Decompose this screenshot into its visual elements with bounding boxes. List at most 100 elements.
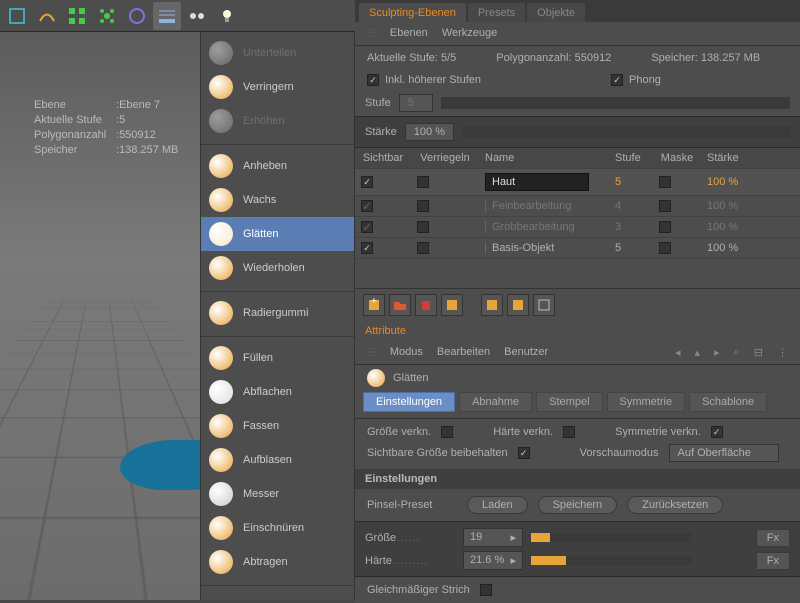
lock-icon[interactable]: ⊟: [754, 346, 763, 359]
tool-label: Abflachen: [243, 386, 292, 398]
subtab-ebenen[interactable]: Ebenen: [390, 27, 428, 40]
preset-reset-button[interactable]: Zurücksetzen: [627, 496, 723, 514]
tool-label: Glätten: [243, 228, 278, 240]
tab-sculpting-ebenen[interactable]: Sculpting-Ebenen: [359, 3, 466, 22]
tool-wachs[interactable]: Wachs: [201, 183, 354, 217]
tab-presets[interactable]: Presets: [468, 3, 525, 22]
layer-row[interactable]: ✓Grobbearbeitung3100 %: [355, 216, 800, 237]
stufe-slider[interactable]: [441, 97, 790, 109]
add-folder-icon[interactable]: [389, 294, 411, 316]
menu-icon[interactable]: ⋮: [777, 346, 788, 359]
tool-label: Messer: [243, 488, 279, 500]
checkbox-sichtbare-groesse[interactable]: ✓: [518, 447, 530, 459]
checkbox-phong[interactable]: ✓: [611, 74, 623, 86]
starke-field[interactable]: 100 %: [405, 123, 454, 141]
add-layer-icon[interactable]: +: [363, 294, 385, 316]
viewport[interactable]: Ebene: Ebene 7 Aktuelle Stufe: 5 Polygon…: [0, 32, 200, 600]
attr-edit[interactable]: Bearbeiten: [437, 346, 490, 359]
atab-abnahme[interactable]: Abnahme: [459, 392, 532, 412]
tool-verringern[interactable]: Verringern: [201, 70, 354, 104]
nav-up-icon[interactable]: ▴: [695, 346, 701, 359]
starke-slider[interactable]: [462, 126, 790, 138]
layer-lock-checkbox[interactable]: [417, 200, 429, 212]
preset-save-button[interactable]: Speichern: [538, 496, 618, 514]
atab-symmetrie[interactable]: Symmetrie: [607, 392, 686, 412]
delete-icon[interactable]: [415, 294, 437, 316]
layer-action4-icon[interactable]: [533, 294, 555, 316]
checkbox-symmetrie-verkn[interactable]: ✓: [711, 426, 723, 438]
layer-row[interactable]: ✓5100 %: [355, 168, 800, 195]
tool-glaetten[interactable]: Glätten: [201, 217, 354, 251]
tool-unterteilen[interactable]: Unterteilen: [201, 36, 354, 70]
tool-radiergummi[interactable]: Radiergummi: [201, 296, 354, 330]
layer-mask-checkbox[interactable]: [659, 200, 671, 212]
nav-left-icon[interactable]: ◂: [675, 346, 681, 359]
layer-action2-icon[interactable]: [481, 294, 503, 316]
viewport-info: Ebene: Ebene 7 Aktuelle Stufe: 5 Polygon…: [34, 98, 178, 158]
light-icon[interactable]: [213, 2, 241, 30]
section-einstellungen: Einstellungen: [355, 469, 800, 489]
glaetten-icon: [209, 222, 233, 246]
checkbox-haerte-verkn[interactable]: [563, 426, 575, 438]
tool-wiederholen[interactable]: Wiederholen: [201, 251, 354, 285]
deformer-icon[interactable]: [123, 2, 151, 30]
tab-objekte[interactable]: Objekte: [527, 3, 585, 22]
layer-action1-icon[interactable]: [441, 294, 463, 316]
cube-icon[interactable]: [3, 2, 31, 30]
checkbox-hoher-stufen[interactable]: ✓: [367, 74, 379, 86]
layer-lock-checkbox[interactable]: [417, 176, 429, 188]
layer-visible-checkbox[interactable]: ✓: [361, 221, 373, 233]
tool-aufblasen[interactable]: Aufblasen: [201, 443, 354, 477]
tool-column: UnterteilenVerringernErhöhen AnhebenWachs…: [200, 32, 355, 600]
camera-icon[interactable]: [183, 2, 211, 30]
tool-fassen[interactable]: Fassen: [201, 409, 354, 443]
vorschaumodus-select[interactable]: Auf Oberfläche: [669, 444, 779, 462]
spline-icon[interactable]: [33, 2, 61, 30]
tool-abtragen[interactable]: Abtragen: [201, 545, 354, 579]
attr-mode[interactable]: Modus: [390, 346, 423, 359]
layer-mask-checkbox[interactable]: [659, 242, 671, 254]
layer-visible-checkbox[interactable]: ✓: [361, 242, 373, 254]
layer-action3-icon[interactable]: [507, 294, 529, 316]
tool-fuellen[interactable]: Füllen: [201, 341, 354, 375]
abflachen-icon: [209, 380, 233, 404]
attr-user[interactable]: Benutzer: [504, 346, 548, 359]
attribute-title: Attribute: [355, 321, 800, 341]
checkbox-gleichmaessiger[interactable]: [480, 584, 492, 596]
atab-schablone[interactable]: Schablone: [689, 392, 767, 412]
wachs-icon: [209, 188, 233, 212]
layer-row[interactable]: ✓Basis-Objekt5100 %: [355, 237, 800, 258]
layer-name-input[interactable]: [485, 173, 589, 191]
cloner-icon[interactable]: [93, 2, 121, 30]
tool-abflachen[interactable]: Abflachen: [201, 375, 354, 409]
tool-erhohen[interactable]: Erhöhen: [201, 104, 354, 138]
search-icon[interactable]: ⌕: [734, 346, 740, 359]
nav-right-icon[interactable]: ▸: [714, 346, 720, 359]
hard-fx-button[interactable]: Fx: [756, 552, 790, 570]
size-field[interactable]: 19▸: [463, 528, 523, 547]
atab-stempel[interactable]: Stempel: [536, 392, 602, 412]
layer-mask-checkbox[interactable]: [659, 176, 671, 188]
floor-icon[interactable]: [153, 2, 181, 30]
checkbox-groesse-verkn[interactable]: [441, 426, 453, 438]
size-fx-button[interactable]: Fx: [756, 529, 790, 547]
tool-messer[interactable]: Messer: [201, 477, 354, 511]
stufe-field[interactable]: 5: [399, 94, 433, 112]
tool-label: Fassen: [243, 420, 279, 432]
hard-slider[interactable]: [531, 556, 691, 565]
fuellen-icon: [209, 346, 233, 370]
subtab-werkzeuge[interactable]: Werkzeuge: [442, 27, 497, 40]
layer-visible-checkbox[interactable]: ✓: [361, 176, 373, 188]
layer-mask-checkbox[interactable]: [659, 221, 671, 233]
atab-einstellungen[interactable]: Einstellungen: [363, 392, 455, 412]
tool-einschnuren[interactable]: Einschnüren: [201, 511, 354, 545]
preset-load-button[interactable]: Laden: [467, 496, 528, 514]
layer-row[interactable]: ✓Feinbearbeitung4100 %: [355, 195, 800, 216]
hard-field[interactable]: 21.6 %▸: [463, 551, 523, 570]
size-slider[interactable]: [531, 533, 691, 542]
layer-visible-checkbox[interactable]: ✓: [361, 200, 373, 212]
layer-lock-checkbox[interactable]: [417, 242, 429, 254]
array-icon[interactable]: [63, 2, 91, 30]
layer-lock-checkbox[interactable]: [417, 221, 429, 233]
tool-anheben[interactable]: Anheben: [201, 149, 354, 183]
